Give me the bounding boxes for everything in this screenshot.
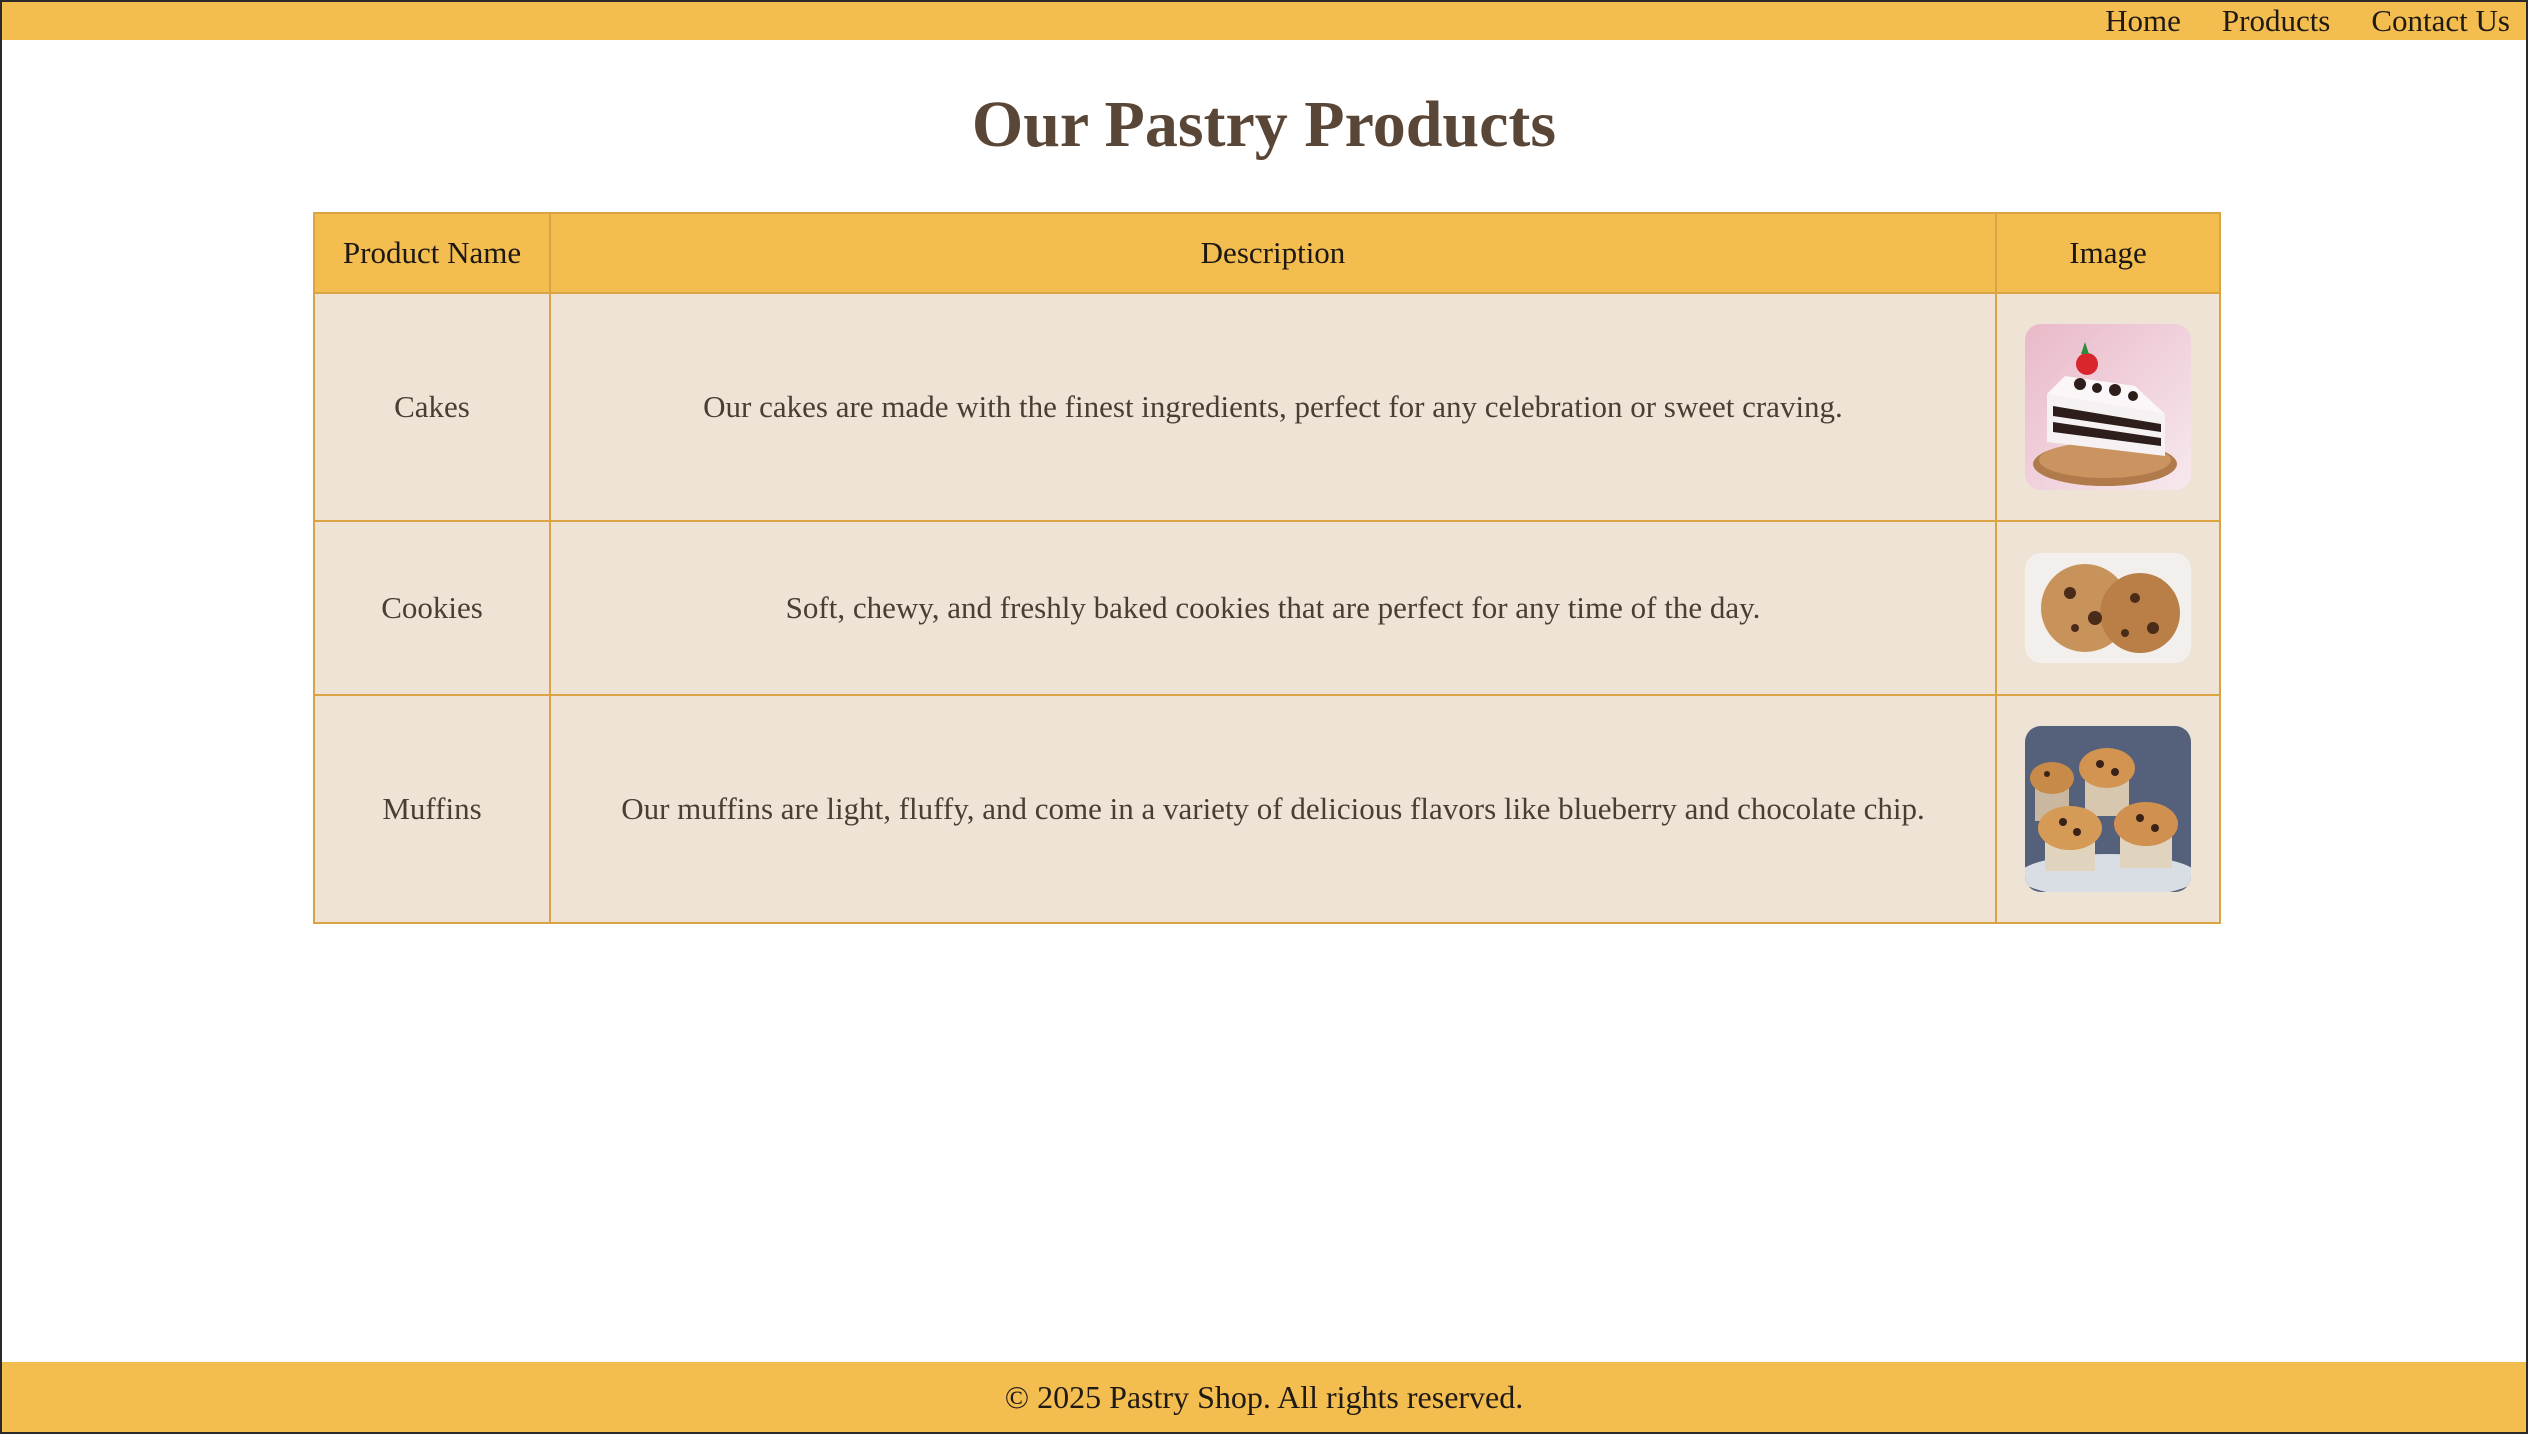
product-description-cell: Our muffins are light, fluffy, and come … xyxy=(549,694,1997,924)
product-image-cell xyxy=(1995,694,2221,924)
product-name-cell: Cakes xyxy=(313,292,551,522)
nav-contact-link[interactable]: Contact Us xyxy=(2371,2,2510,40)
top-nav: Home Products Contact Us xyxy=(2,2,2526,40)
page-title: Our Pastry Products xyxy=(971,88,1557,161)
product-description-cell: Our cakes are made with the finest ingre… xyxy=(549,292,1997,522)
footer: © 2025 Pastry Shop. All rights reserved. xyxy=(2,1362,2526,1432)
cake-slice-image xyxy=(2025,324,2191,490)
header-image: Image xyxy=(1995,212,2221,294)
product-name-cell: Muffins xyxy=(313,694,551,924)
products-table: Product Name Description Image Cakes Our… xyxy=(313,212,2221,924)
cookies-image xyxy=(2025,553,2191,663)
product-description-cell: Soft, chewy, and freshly baked cookies t… xyxy=(549,520,1997,696)
table-header-row: Product Name Description Image xyxy=(313,212,2221,294)
muffins-image xyxy=(2025,726,2191,892)
table-row: Cakes Our cakes are made with the finest… xyxy=(313,292,2221,522)
table-row: Cookies Soft, chewy, and freshly baked c… xyxy=(313,520,2221,696)
product-image-cell xyxy=(1995,520,2221,696)
product-name-cell: Cookies xyxy=(313,520,551,696)
nav-home-link[interactable]: Home xyxy=(2105,2,2181,40)
product-image-cell xyxy=(1995,292,2221,522)
header-description: Description xyxy=(549,212,1997,294)
footer-copyright: © 2025 Pastry Shop. All rights reserved. xyxy=(1004,1379,1524,1415)
header-product-name: Product Name xyxy=(313,212,551,294)
table-row: Muffins Our muffins are light, fluffy, a… xyxy=(313,694,2221,924)
nav-products-link[interactable]: Products xyxy=(2222,2,2331,40)
